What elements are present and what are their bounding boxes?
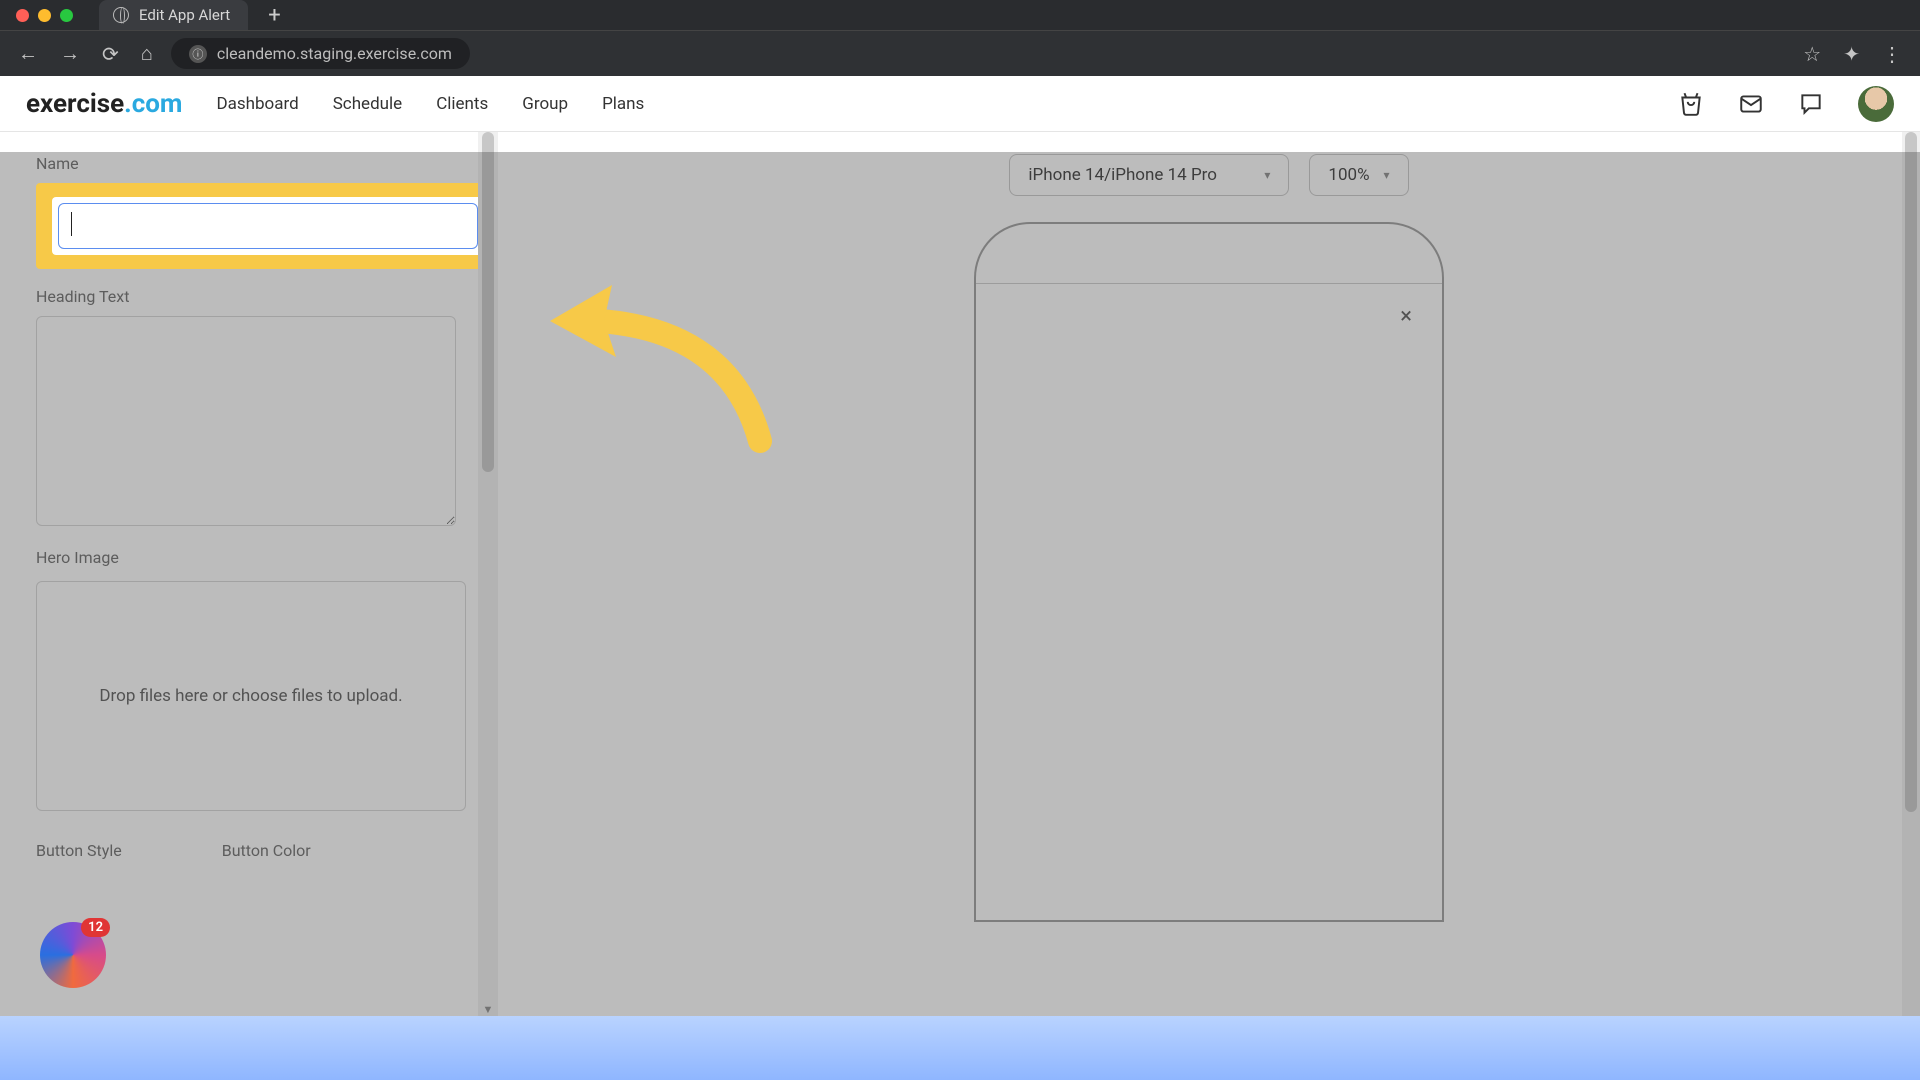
forward-icon[interactable]: → (56, 37, 84, 70)
workspace: Name Heading Text Hero Image Drop files … (0, 132, 1920, 1016)
close-icon[interactable]: × (1400, 304, 1412, 329)
extensions-icon[interactable]: ✦ (1839, 38, 1864, 70)
side-column: Name Heading Text Hero Image Drop files … (0, 132, 498, 1016)
preview-scrollbar[interactable] (1902, 132, 1920, 1016)
reload-icon[interactable]: ⟳ (98, 38, 123, 70)
url-box[interactable]: ⓘ cleandemo.staging.exercise.com (171, 38, 470, 69)
tab-strip: Edit App Alert + (0, 0, 1920, 30)
chat-icon[interactable] (1798, 91, 1824, 117)
maximize-window-icon[interactable] (60, 9, 73, 22)
nav-schedule[interactable]: Schedule (333, 94, 402, 114)
button-style-label: Button Style (36, 841, 122, 860)
edit-form-panel: Name Heading Text Hero Image Drop files … (0, 132, 478, 1016)
home-icon[interactable]: ⌂ (137, 37, 157, 70)
bottom-band (0, 1016, 1920, 1080)
name-field-highlight (36, 183, 478, 269)
new-tab-button[interactable]: + (268, 3, 280, 28)
side-scrollbar[interactable]: ▲ ▼ (478, 132, 498, 1016)
app-root: exercise.com Dashboard Schedule Clients … (0, 76, 1920, 1016)
brand-name: exercise (26, 89, 124, 119)
site-info-icon[interactable]: ⓘ (189, 45, 207, 63)
scroll-down-icon[interactable]: ▼ (478, 1003, 498, 1016)
nav-dashboard[interactable]: Dashboard (216, 94, 298, 114)
top-nav: exercise.com Dashboard Schedule Clients … (0, 76, 1920, 132)
name-label: Name (36, 154, 458, 173)
chevron-down-icon: ▾ (1264, 168, 1270, 182)
mail-icon[interactable] (1738, 91, 1764, 117)
chevron-down-icon: ▾ (1384, 168, 1390, 182)
tab-title: Edit App Alert (139, 6, 230, 24)
avatar[interactable] (1858, 86, 1894, 122)
hero-image-label: Hero Image (36, 548, 458, 567)
hero-image-dropzone[interactable]: Drop files here or choose files to uploa… (36, 581, 466, 811)
minimize-window-icon[interactable] (38, 9, 51, 22)
browser-menu-icon[interactable]: ⋮ (1878, 38, 1906, 70)
scroll-thumb[interactable] (482, 132, 494, 472)
bookmark-star-icon[interactable]: ☆ (1799, 38, 1825, 70)
browser-chrome: Edit App Alert + ← → ⟳ ⌂ ⓘ cleandemo.sta… (0, 0, 1920, 76)
nav-plans[interactable]: Plans (602, 94, 644, 114)
close-window-icon[interactable] (16, 9, 29, 22)
annotation-arrow-icon (530, 271, 790, 471)
dropzone-text: Drop files here or choose files to uploa… (99, 686, 402, 706)
name-input[interactable] (58, 203, 478, 249)
support-badge: 12 (81, 918, 110, 937)
nav-group[interactable]: Group (522, 94, 568, 114)
heading-label: Heading Text (36, 287, 458, 306)
window-controls (0, 9, 89, 22)
globe-icon (113, 7, 129, 23)
heading-textarea[interactable] (36, 316, 456, 526)
text-cursor (71, 212, 72, 236)
preview-column: iPhone 14/iPhone 14 Pro ▾ 100% ▾ × (498, 132, 1920, 1016)
nav-clients[interactable]: Clients (436, 94, 488, 114)
button-color-label: Button Color (222, 841, 311, 860)
scroll-thumb[interactable] (1905, 132, 1917, 812)
device-select-label: iPhone 14/iPhone 14 Pro (1028, 165, 1217, 185)
preview-controls: iPhone 14/iPhone 14 Pro ▾ 100% ▾ (1009, 154, 1408, 196)
url-text: cleandemo.staging.exercise.com (217, 44, 452, 63)
zoom-label: 100% (1328, 165, 1369, 185)
shopping-icon[interactable] (1678, 91, 1704, 117)
device-status-bar (976, 224, 1442, 284)
brand-logo[interactable]: exercise.com (26, 89, 182, 119)
back-icon[interactable]: ← (14, 37, 42, 70)
address-bar: ← → ⟳ ⌂ ⓘ cleandemo.staging.exercise.com… (0, 30, 1920, 76)
brand-suffix: .com (124, 89, 182, 119)
browser-tab[interactable]: Edit App Alert (99, 0, 248, 30)
device-body: × (976, 284, 1442, 312)
device-select[interactable]: iPhone 14/iPhone 14 Pro ▾ (1009, 154, 1289, 196)
device-preview-frame: × (974, 222, 1444, 922)
zoom-select[interactable]: 100% ▾ (1309, 154, 1408, 196)
support-widget[interactable]: 12 (40, 922, 106, 988)
